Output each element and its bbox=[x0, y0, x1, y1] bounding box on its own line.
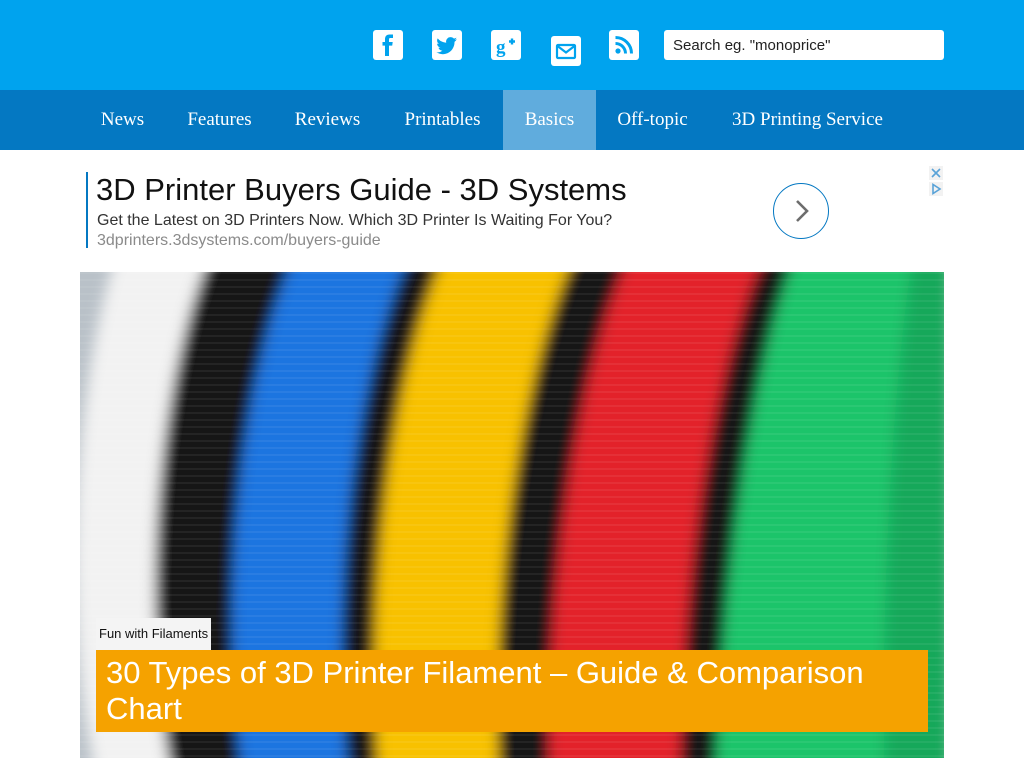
nav-item-reviews[interactable]: Reviews bbox=[273, 90, 382, 150]
site-header: g bbox=[0, 0, 1024, 90]
email-icon[interactable] bbox=[551, 36, 581, 66]
featured-article[interactable]: Fun with Filaments 30 Types of 3D Printe… bbox=[80, 272, 944, 758]
chevron-right-icon bbox=[796, 200, 809, 222]
facebook-icon[interactable] bbox=[373, 30, 403, 60]
nav-item-news[interactable]: News bbox=[80, 90, 165, 150]
main-navigation: News Features Reviews Printables Basics … bbox=[0, 90, 1024, 150]
svg-text:g: g bbox=[496, 37, 506, 58]
search-input[interactable] bbox=[664, 30, 944, 60]
ad-arrow-button[interactable] bbox=[773, 183, 829, 239]
rss-icon[interactable] bbox=[609, 30, 639, 60]
close-icon[interactable] bbox=[929, 166, 943, 180]
advertisement: 3D Printer Buyers Guide - 3D Systems Get… bbox=[86, 166, 946, 250]
ad-title[interactable]: 3D Printer Buyers Guide - 3D Systems bbox=[96, 172, 627, 208]
twitter-icon[interactable] bbox=[432, 30, 462, 60]
article-category-tag[interactable]: Fun with Filaments bbox=[96, 618, 212, 650]
ad-description: Get the Latest on 3D Printers Now. Which… bbox=[97, 212, 613, 229]
nav-item-off-topic[interactable]: Off-topic bbox=[596, 90, 709, 150]
nav-item-basics[interactable]: Basics bbox=[503, 90, 596, 150]
nav-item-printables[interactable]: Printables bbox=[382, 90, 503, 150]
nav-item-features[interactable]: Features bbox=[166, 90, 273, 150]
ad-divider bbox=[86, 172, 88, 248]
adchoices-icon[interactable] bbox=[929, 182, 943, 196]
article-headline[interactable]: 30 Types of 3D Printer Filament – Guide … bbox=[96, 650, 928, 732]
nav-item-3d-printing-service[interactable]: 3D Printing Service bbox=[709, 90, 906, 150]
ad-url[interactable]: 3dprinters.3dsystems.com/buyers-guide bbox=[97, 232, 381, 250]
google-plus-icon[interactable]: g bbox=[491, 30, 521, 60]
